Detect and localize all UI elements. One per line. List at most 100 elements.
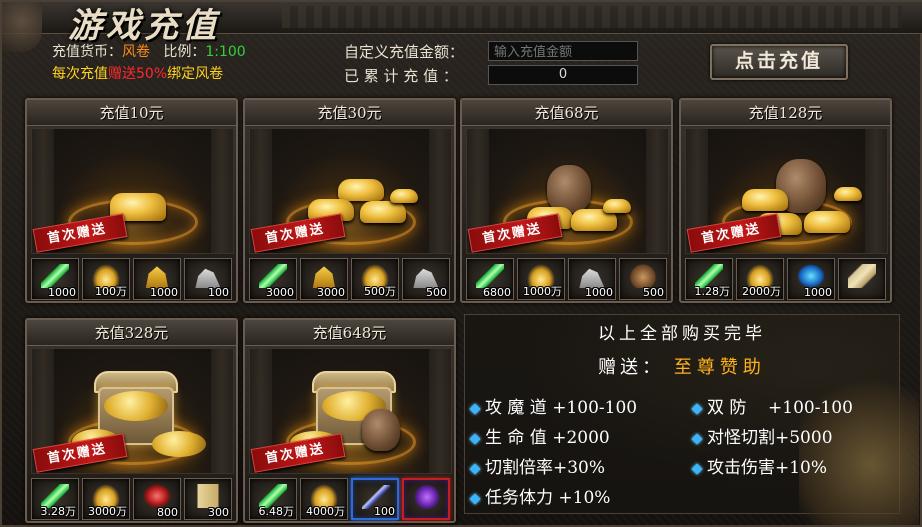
custom-amount-input[interactable] [488,41,638,61]
item-slot[interactable]: 100万 [82,258,130,300]
package-card-10[interactable]: 充值10元 首次赠送 1000 100万 1000 100 [25,98,238,303]
ratio-value: 1:100 [205,44,246,60]
stat-label: 切割倍率 [485,458,553,478]
bonus-highlight: 赠送50% [108,66,168,82]
package-title: 充值128元 [681,100,890,126]
reward-items: 1.28万 2000万 1000 [685,258,888,300]
charge-button[interactable]: 点击充值 [710,44,848,80]
item-slot[interactable]: 3000 [300,258,348,300]
ruby-icon [143,484,171,508]
item-slot[interactable]: 500万 [351,258,399,300]
package-card-68[interactable]: 充值68元 首次赠送 6800 1000万 1000 500 [460,98,673,303]
scroll-icon [476,264,504,288]
reward-heading: 以上全部购买完毕 [598,324,766,344]
gold-ingot-icon [603,199,631,213]
gold-ingot-icon [390,189,418,203]
package-art: 首次赠送 [685,128,888,254]
gold-ingot-icon [804,211,850,233]
diamond-bullet-icon [469,402,481,415]
reward-items: 3.28万 3000万 800 300 [31,478,234,520]
package-art: 首次赠送 [31,128,234,254]
item-slot[interactable]: 3.28万 [31,478,79,520]
item-slot[interactable]: 1.28万 [685,258,733,300]
item-slot[interactable]: 6800 [466,258,514,300]
item-slot[interactable]: 1000 [31,258,79,300]
reward-items: 6.48万 4000万 100 [249,478,452,520]
item-slot[interactable] [402,478,450,520]
stat-row: 任务体力 +10% [469,483,611,508]
package-card-30[interactable]: 充值30元 首次赠送 3000 3000 500万 500 [243,98,456,303]
custom-amount-label: 自定义充值金额： [344,43,465,61]
bonus-prefix: 每次充值 [52,66,108,82]
purple-orb-icon [413,485,441,509]
stat-row: 生 命 值 +2000 [469,423,610,448]
reward-items: 1000 100万 1000 100 [31,258,234,300]
package-title: 充值648元 [245,320,454,346]
item-count: 1000 [48,286,76,299]
stat-label: 双 防 [707,398,747,418]
stat-value: +10% [558,488,611,508]
package-card-648[interactable]: 充值648元 首次赠送 6.48万 4000万 100 [243,318,456,523]
item-count: 3.28万 [40,505,77,518]
recharge-window: 游戏充值 充值货币：风卷 比例：1:100 每次充值赠送50%绑定风卷 自定义充… [0,0,922,527]
item-slot[interactable]: 2000万 [736,258,784,300]
item-count: 1000 [585,286,613,299]
diamond-bullet-icon [691,402,703,415]
scroll-icon [41,264,69,288]
stat-label: 任务体力 [485,488,553,508]
item-slot[interactable] [838,258,886,300]
stat-label: 生 命 值 [485,428,547,448]
title-pattern [282,6,902,28]
stat-label: 攻击伤害 [707,458,775,478]
package-card-128[interactable]: 充值128元 首次赠送 1.28万 2000万 1000 [679,98,892,303]
item-count: 1000 [150,286,178,299]
package-card-328[interactable]: 充值328元 首次赠送 3.28万 3000万 800 300 [25,318,238,523]
silver-ore-icon [195,268,221,288]
currency-label: 充值货币： [52,44,122,60]
pouch-icon [629,264,657,288]
stat-label: 对怪切割 [707,428,775,448]
item-slot[interactable]: 100 [184,258,232,300]
item-slot[interactable]: 800 [133,478,181,520]
reward-items: 3000 3000 500万 500 [249,258,452,300]
item-count: 100万 [95,285,127,298]
parchment-icon [848,264,876,288]
item-slot[interactable]: 1000万 [517,258,565,300]
item-slot[interactable]: 6.48万 [249,478,297,520]
gift-name: 至尊赞助 [673,357,766,378]
diamond-bullet-icon [691,462,703,475]
stat-value: +100-100 [768,398,853,418]
stat-value: +2000 [552,428,610,448]
item-slot[interactable]: 1000 [787,258,835,300]
item-slot[interactable]: 100 [351,478,399,520]
item-slot[interactable]: 3000万 [82,478,130,520]
item-count: 6.48万 [258,505,295,518]
item-slot[interactable]: 4000万 [300,478,348,520]
item-slot[interactable]: 3000 [249,258,297,300]
item-slot[interactable]: 500 [402,258,450,300]
stat-row: 攻击伤害+10% [691,453,827,478]
item-count: 6800 [483,286,511,299]
item-slot[interactable]: 300 [184,478,232,520]
item-slot[interactable]: 500 [619,258,667,300]
diamond-bullet-icon [691,432,703,445]
total-label: 已 累 计 充 值 ： [344,67,458,85]
gold-pile-icon [104,391,168,421]
item-slot[interactable]: 1000 [568,258,616,300]
diamond-bullet-icon [469,492,481,505]
blue-gem-icon [797,264,825,288]
silver-ore-icon [413,268,439,288]
item-slot[interactable]: 1000 [133,258,181,300]
bonus-row: 每次充值赠送50%绑定风卷 [52,63,223,83]
gift-label: 赠送： [598,357,665,378]
full-purchase-reward-panel: 以上全部购买完毕 赠送： 至尊赞助 攻 魔 道 +100-100 双 防 +10… [464,314,919,525]
gold-ingot-icon [834,187,862,201]
item-count: 500 [643,286,664,299]
currency-row: 充值货币：风卷 比例：1:100 [52,41,246,61]
paper-icon [194,484,222,508]
stat-row: 攻 魔 道 +100-100 [469,393,637,418]
silver-ore-icon [579,268,605,288]
bonus-suffix: 绑定风卷 [167,66,224,82]
package-title: 充值328元 [27,320,236,346]
title-bar: 游戏充值 [2,2,922,52]
